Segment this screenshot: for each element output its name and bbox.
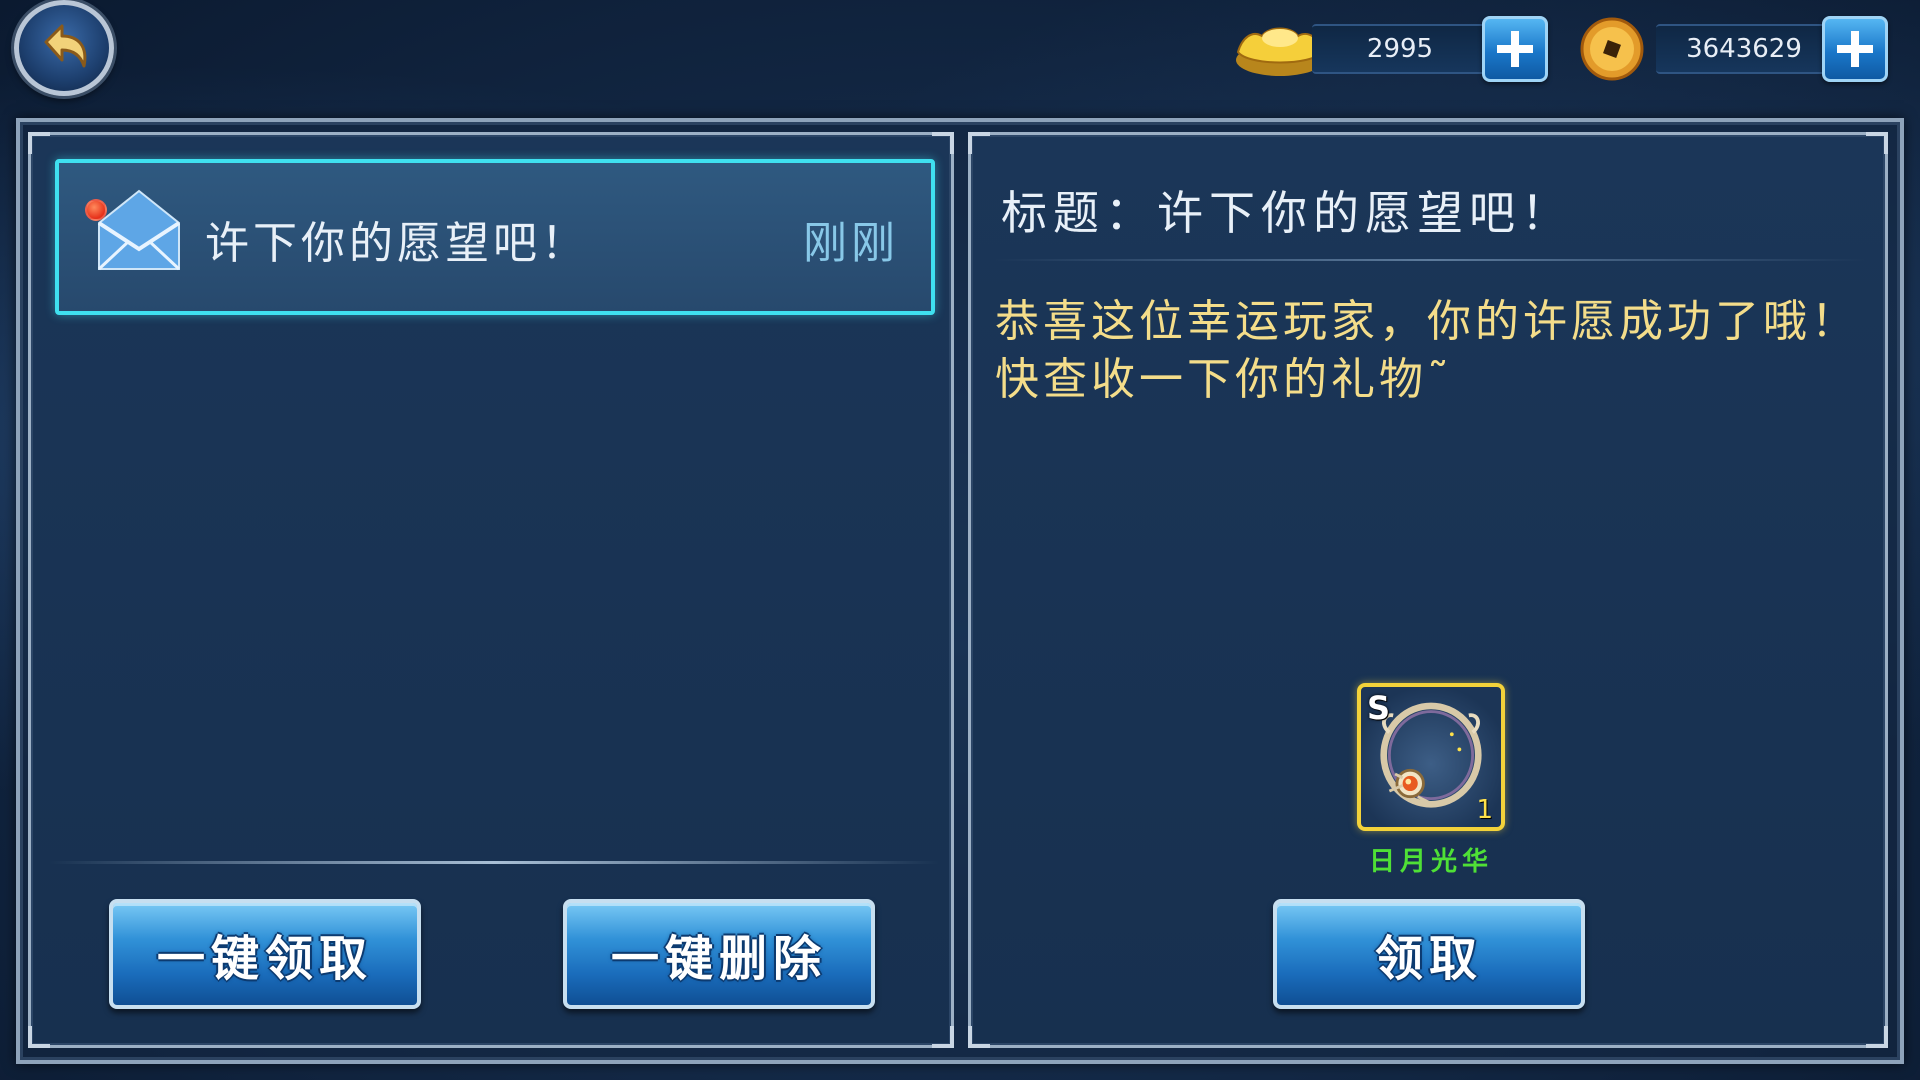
frame-corner [932,1026,954,1048]
reward-count: 1 [1476,795,1493,825]
mail-body-line: 快查收一下你的礼物˜ [995,354,1453,405]
mail-detail-panel: 标题：许下你的愿望吧！ 恭喜这位幸运玩家，你的许愿成功了哦！ 快查收一下你的礼物… [968,132,1888,1048]
back-arrow-icon [44,24,87,68]
claim-button[interactable]: 领取 [1273,899,1585,1009]
copper-coin-counter: 3643629 [1576,16,1894,82]
delete-all-button[interactable]: 一键删除 [563,899,875,1009]
plus-icon [1497,31,1533,67]
claim-all-button[interactable]: 一键领取 [109,899,421,1009]
frame-corner [968,132,990,154]
mail-list-panel: 许下你的愿望吧！ 刚刚 一键领取 一键删除 [28,132,954,1048]
reward-item-slot[interactable]: S 1 [1357,683,1505,831]
frame-corner [28,1026,50,1048]
frame-corner [1866,132,1888,154]
gold-ingot-counter: 2995 [1232,16,1548,82]
mail-title: 标题：许下你的愿望吧！ [1001,186,1573,240]
reward-item-name: 日月光华 [1368,847,1493,877]
mail-body: 恭喜这位幸运玩家，你的许愿成功了哦！ 快查收一下你的礼物˜ [995,293,1875,409]
back-button[interactable] [14,0,114,96]
frame-corner [968,1026,990,1048]
divider [49,861,939,864]
plus-icon [1837,31,1873,67]
add-gold-ingot-button[interactable] [1482,16,1548,82]
copper-coin-amount: 3643629 [1656,24,1832,74]
mail-subject: 许下你的愿望吧！ [205,218,589,269]
frame-corner [28,132,50,154]
divider [995,259,1865,261]
reward-grade-badge: S [1367,689,1391,727]
mail-time: 刚刚 [803,218,899,269]
add-copper-coin-button[interactable] [1822,16,1888,82]
gold-ingot-amount: 2995 [1312,24,1488,74]
mail-body-line: 恭喜这位幸运玩家，你的许愿成功了哦！ [995,296,1859,347]
frame-corner [1866,1026,1888,1048]
mail-list-item[interactable]: 许下你的愿望吧！ 刚刚 [55,159,935,315]
frame-corner [932,132,954,154]
envelope-icon [97,189,181,271]
unread-indicator [85,199,107,221]
